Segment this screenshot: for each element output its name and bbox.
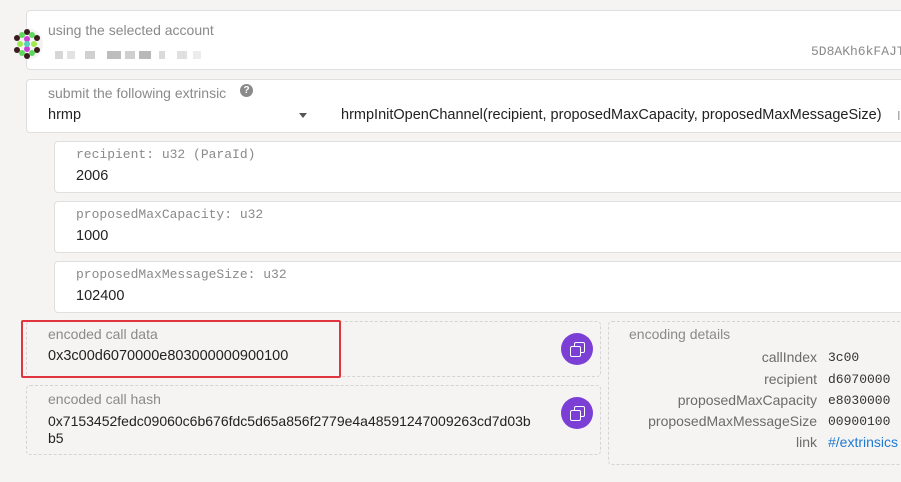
detail-key: proposedMaxMessageSize bbox=[648, 413, 817, 429]
encoding-details-label: encoding details bbox=[629, 326, 731, 342]
extrinsic-label: submit the following extrinsic bbox=[48, 85, 227, 101]
module-dropdown[interactable]: hrmp bbox=[37, 102, 317, 128]
encoded-call-hash-label: encoded call hash bbox=[48, 391, 161, 407]
extrinsic-selector: submit the following extrinsic ? hrmp hr… bbox=[26, 79, 901, 133]
param-proposed-max-message-size[interactable]: proposedMaxMessageSize: u32 102400 bbox=[54, 261, 901, 313]
param-input[interactable]: 2006 bbox=[76, 168, 108, 184]
param-proposed-max-capacity[interactable]: proposedMaxCapacity: u32 1000 bbox=[54, 201, 901, 253]
chevron-down-icon bbox=[299, 113, 307, 118]
detail-value: 00900100 bbox=[828, 414, 891, 429]
encoded-call-hash-line2: b5 bbox=[48, 430, 64, 446]
account-address: 5D8AKh6kFAJT bbox=[811, 44, 901, 59]
encoded-call-hash-line1: 0x7153452fedc09060c6b676fdc5d65a856f2779… bbox=[48, 413, 531, 429]
copy-call-hash-button[interactable] bbox=[561, 397, 593, 429]
help-icon[interactable]: ? bbox=[240, 84, 253, 97]
detail-value: 3c00 bbox=[828, 350, 860, 365]
copy-call-data-button[interactable] bbox=[561, 333, 593, 365]
detail-key: callIndex bbox=[761, 349, 817, 365]
detail-key: proposedMaxCapacity bbox=[677, 392, 817, 408]
detail-key: link bbox=[795, 434, 817, 450]
param-label: proposedMaxCapacity: u32 bbox=[76, 207, 264, 222]
detail-key: recipient bbox=[764, 371, 817, 387]
encoded-call-hash-panel: encoded call hash 0x7153452fedc09060c6b6… bbox=[26, 385, 601, 455]
copy-icon bbox=[570, 406, 585, 421]
method-value: hrmpInitOpenChannel(recipient, proposedM… bbox=[341, 107, 882, 123]
detail-value: d6070000 bbox=[828, 372, 891, 387]
module-value: hrmp bbox=[48, 107, 82, 123]
param-recipient[interactable]: recipient: u32 (ParaId) 2006 bbox=[54, 141, 901, 193]
param-label: recipient: u32 (ParaId) bbox=[76, 147, 256, 162]
detail-value: e8030000 bbox=[828, 393, 891, 408]
encoding-details-panel: encoding details callIndex 3c00 recipien… bbox=[608, 321, 901, 465]
param-label: proposedMaxMessageSize: u32 bbox=[76, 267, 287, 282]
account-identicon bbox=[10, 27, 44, 61]
param-input[interactable]: 102400 bbox=[76, 288, 124, 304]
method-extra-text: In bbox=[897, 108, 901, 123]
param-input[interactable]: 1000 bbox=[76, 228, 108, 244]
account-name-redacted bbox=[55, 49, 205, 61]
extrinsic-link[interactable]: #/extrinsics bbox=[828, 434, 898, 450]
account-selector[interactable]: using the selected account 5D8AKh6kFAJT bbox=[26, 10, 901, 70]
copy-icon bbox=[570, 342, 585, 357]
account-label: using the selected account bbox=[48, 22, 214, 38]
highlight-annotation bbox=[21, 320, 341, 378]
method-dropdown[interactable]: hrmpInitOpenChannel(recipient, proposedM… bbox=[331, 102, 901, 128]
